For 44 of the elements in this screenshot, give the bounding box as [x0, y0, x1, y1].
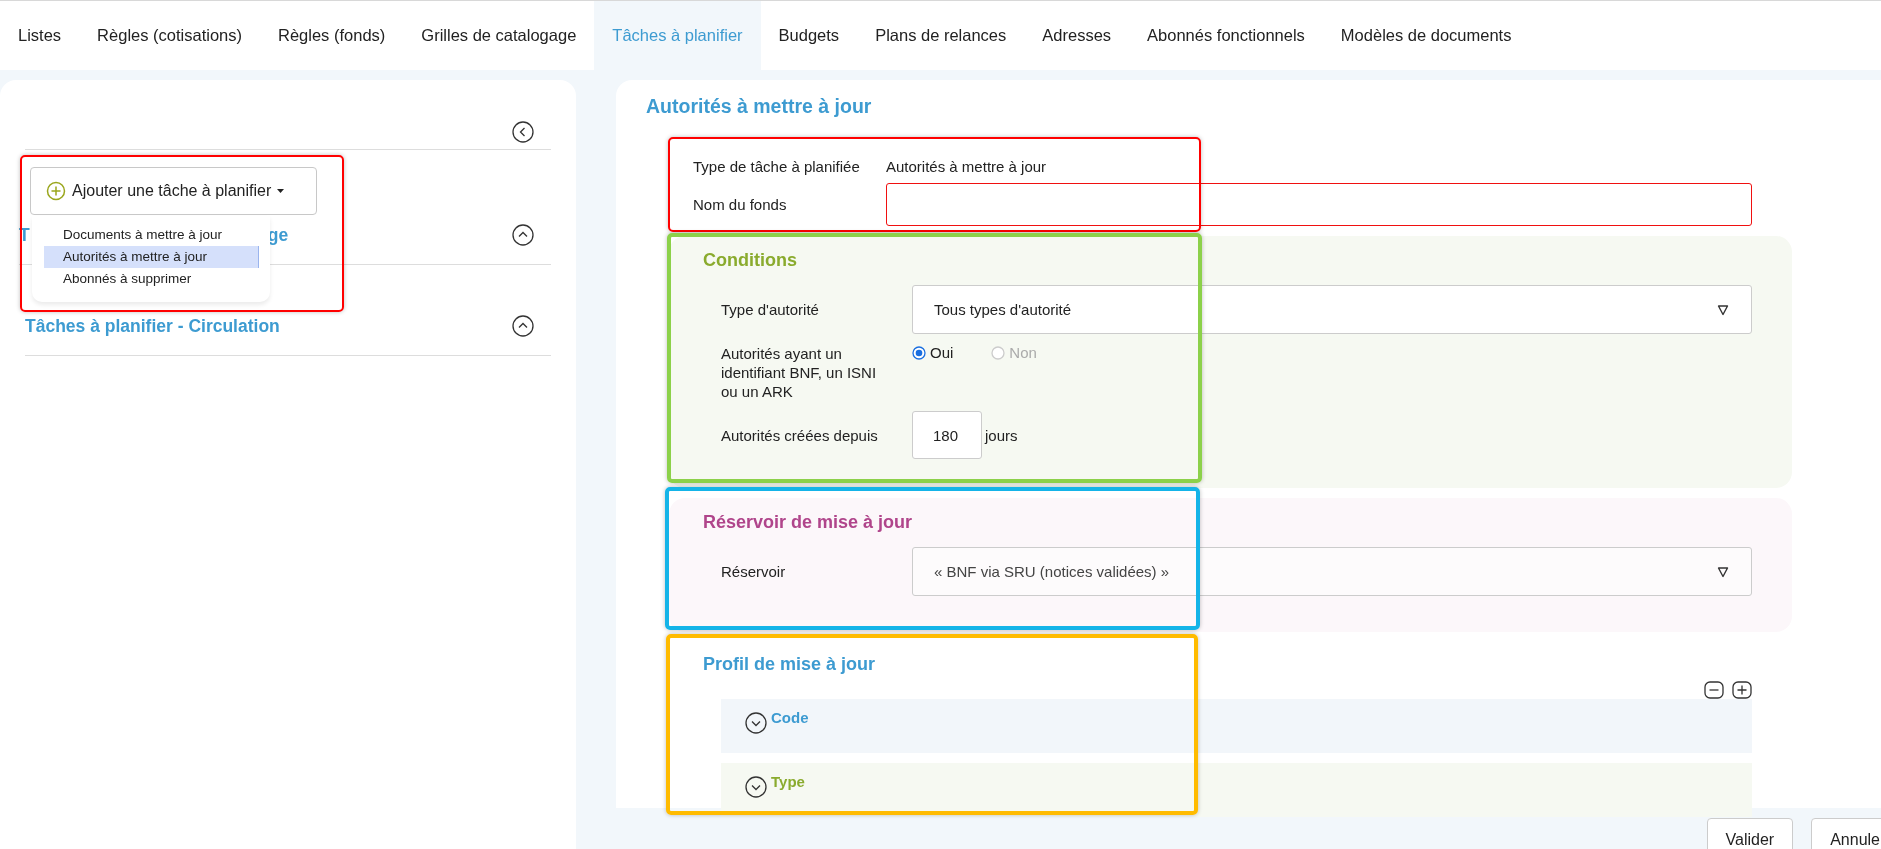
select-field[interactable]: « BNF via SRU (notices validées) »	[912, 547, 1752, 596]
field-label: Réservoir	[721, 563, 787, 580]
expand-all-icon[interactable]	[1732, 681, 1752, 699]
number-field[interactable]: 180	[912, 411, 982, 459]
chevron-down-icon[interactable]	[745, 712, 767, 734]
input-field[interactable]	[886, 183, 1752, 226]
panel-title: Conditions	[703, 250, 798, 271]
collapse-all-icon[interactable]	[1704, 681, 1724, 699]
plus-circle-icon	[46, 181, 66, 201]
tab[interactable]: Adresses	[1024, 1, 1130, 70]
tab[interactable]: Règles (cotisations)	[79, 1, 260, 70]
form-title: Autorités à mettre à jour	[646, 94, 873, 118]
menu-item[interactable]: Abonnés à supprimer	[44, 268, 259, 290]
field-value: Autorités à mettre à jour	[886, 158, 1048, 175]
menu-item[interactable]: Autorités à mettre à jour	[44, 246, 259, 268]
field-label: Autorités ayant un identifiant BNF, un ISNI ou un ARK	[721, 344, 878, 401]
radio-icon[interactable]	[912, 345, 926, 360]
dropdown-icon	[1717, 565, 1729, 578]
unit-label: jours	[985, 426, 1018, 444]
radio-option[interactable]: Oui	[912, 344, 954, 361]
caret-icon	[277, 188, 285, 194]
chevron-down-icon[interactable]	[745, 776, 767, 798]
field-label: Autorités créées depuis	[721, 426, 879, 444]
action-button[interactable]: Annule	[1811, 818, 1881, 849]
select-field[interactable]: Tous types d'autorité	[912, 285, 1752, 334]
collapse-icon[interactable]	[512, 121, 534, 143]
tab[interactable]: Modèles de documents	[1322, 1, 1530, 70]
tab[interactable]: Abonnés fonctionnels	[1129, 1, 1323, 70]
chevron-up-icon[interactable]	[512, 315, 534, 337]
tab[interactable]: Listes	[0, 1, 80, 70]
tab[interactable]: Plans de relances	[857, 1, 1025, 70]
field-label: Nom du fonds	[693, 196, 788, 213]
tab[interactable]: Budgets	[760, 1, 858, 70]
panel-title: Réservoir de mise à jour	[703, 512, 914, 533]
action-button[interactable]: Valider	[1706, 818, 1794, 849]
field-label: Type d'autorité	[721, 301, 820, 318]
add-task-button[interactable]: Ajouter une tâche à planifier	[30, 167, 317, 215]
field-label: Type de tâche à planifiée	[693, 158, 861, 175]
dropdown-icon	[1717, 303, 1729, 316]
tab[interactable]: Règles (fonds)	[260, 1, 404, 70]
menu-item[interactable]: Documents à mettre à jour	[44, 224, 259, 246]
panel-title: Profil de mise à jour	[703, 654, 877, 675]
tab[interactable]: Grilles de catalogage	[403, 1, 595, 70]
chevron-up-icon[interactable]	[512, 224, 534, 246]
